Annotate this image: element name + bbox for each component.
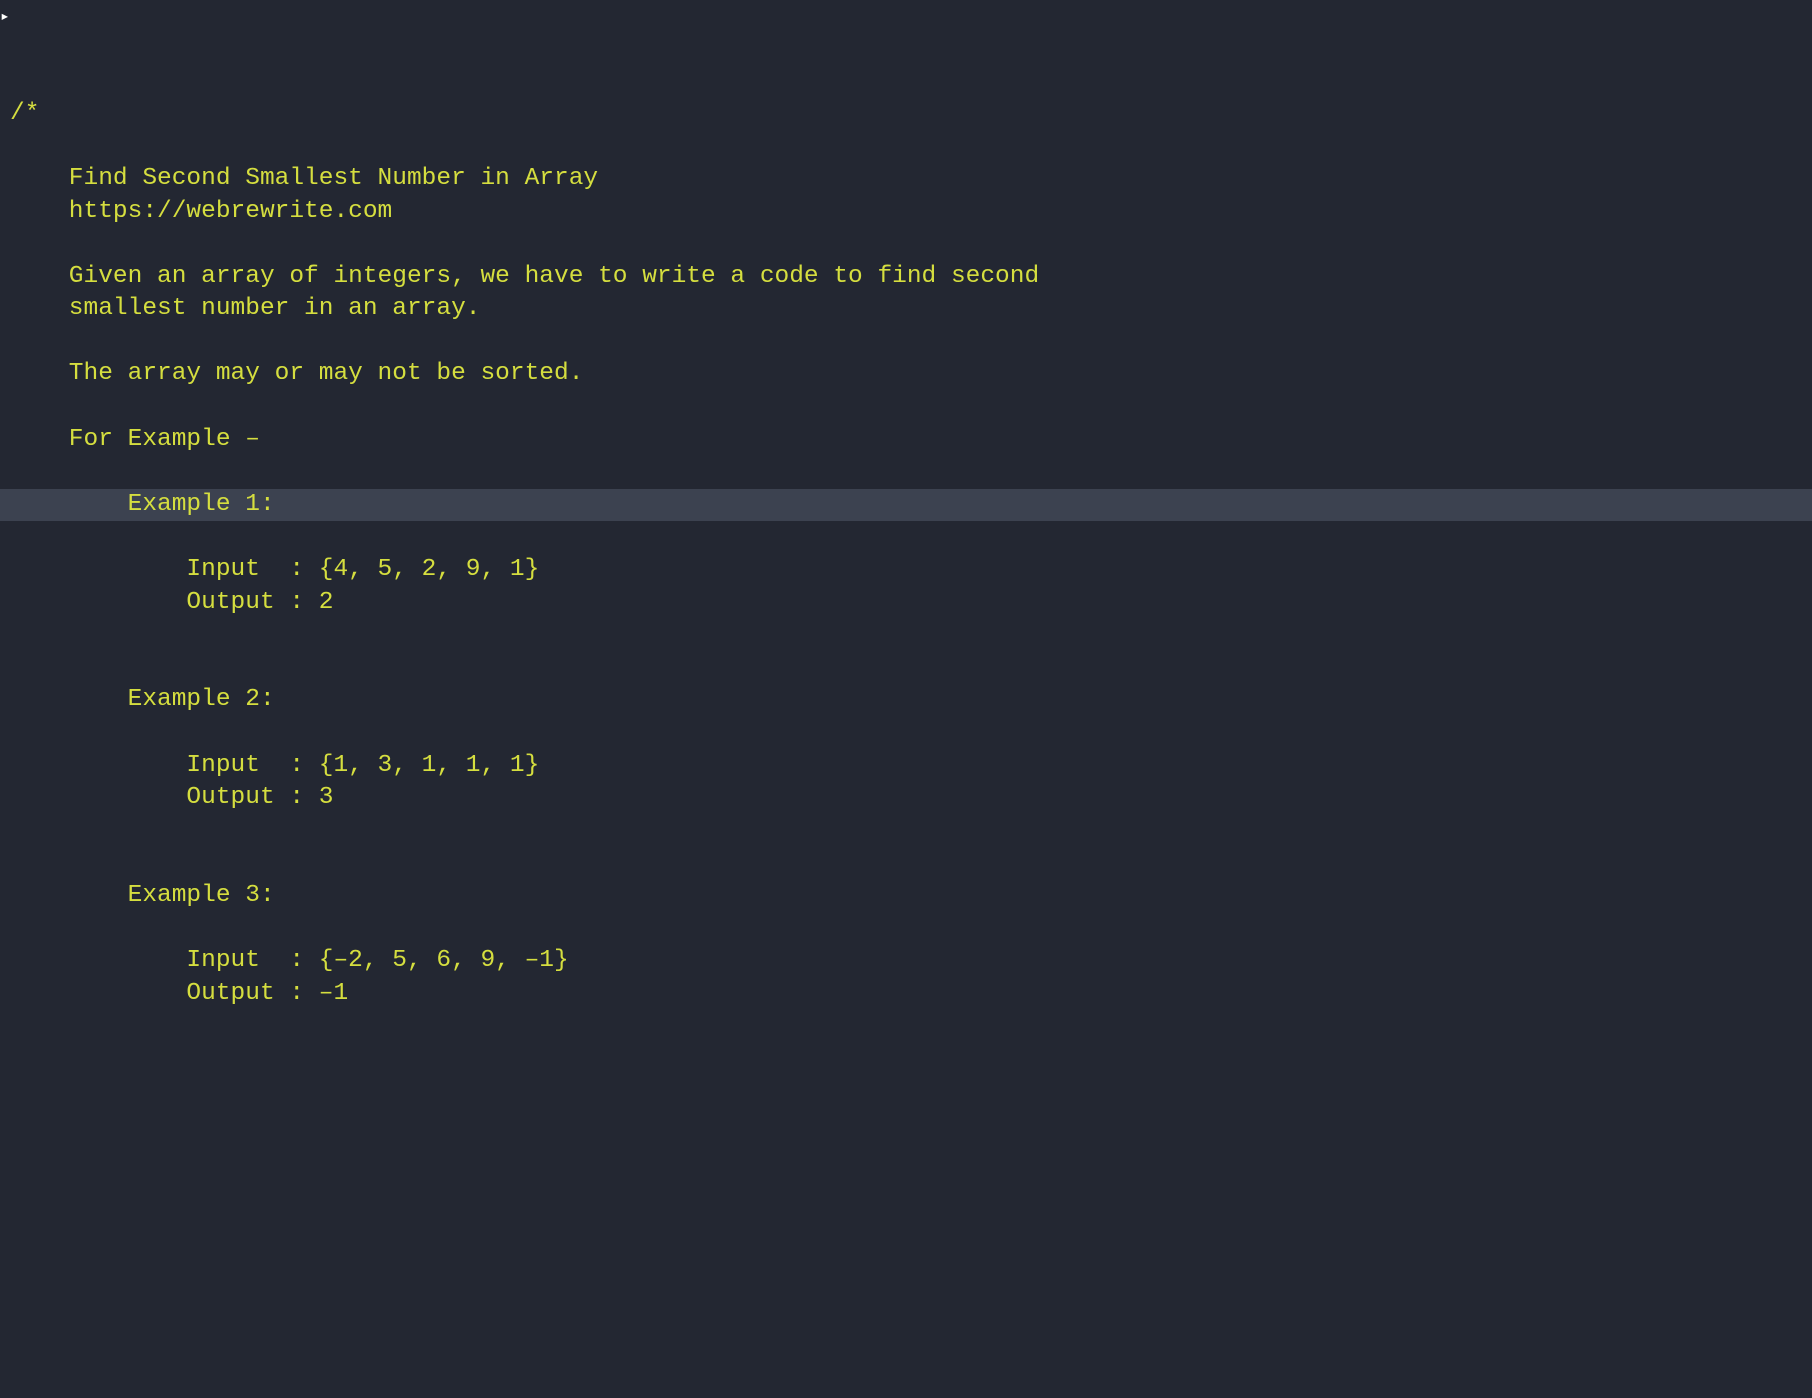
code-line[interactable]	[0, 717, 1812, 750]
code-line[interactable]: Output : 2	[0, 587, 1812, 620]
code-line[interactable]: Example 2:	[0, 684, 1812, 717]
code-line[interactable]	[0, 326, 1812, 359]
code-line[interactable]: The array may or may not be sorted.	[0, 358, 1812, 391]
code-line[interactable]	[0, 456, 1812, 489]
code-line[interactable]: smallest number in an array.	[0, 293, 1812, 326]
code-line[interactable]	[0, 847, 1812, 880]
code-line[interactable]: For Example –	[0, 424, 1812, 457]
code-line[interactable]: Example 1:	[0, 489, 1812, 522]
code-line[interactable]: Find Second Smallest Number in Array	[0, 163, 1812, 196]
code-line[interactable]: Output : 3	[0, 782, 1812, 815]
code-line[interactable]	[0, 652, 1812, 685]
code-line[interactable]	[0, 391, 1812, 424]
code-line[interactable]: https://webrewrite.com	[0, 196, 1812, 229]
fold-marker-icon[interactable]: ▸	[0, 9, 10, 25]
code-line[interactable]	[0, 228, 1812, 261]
code-lines-container: /* Find Second Smallest Number in Array …	[0, 98, 1812, 1011]
code-line[interactable]: Example 3:	[0, 880, 1812, 913]
code-line[interactable]: Output : –1	[0, 978, 1812, 1011]
code-line[interactable]: Given an array of integers, we have to w…	[0, 261, 1812, 294]
code-line[interactable]: /*	[0, 98, 1812, 131]
code-line[interactable]	[0, 130, 1812, 163]
code-line[interactable]: Input : {–2, 5, 6, 9, –1}	[0, 945, 1812, 978]
code-line[interactable]: Input : {4, 5, 2, 9, 1}	[0, 554, 1812, 587]
code-line[interactable]	[0, 815, 1812, 848]
code-editor[interactable]: ▸ /* Find Second Smallest Number in Arra…	[0, 0, 1812, 1043]
code-line[interactable]	[0, 913, 1812, 946]
code-line[interactable]	[0, 521, 1812, 554]
code-line[interactable]: Input : {1, 3, 1, 1, 1}	[0, 750, 1812, 783]
code-line[interactable]	[0, 619, 1812, 652]
